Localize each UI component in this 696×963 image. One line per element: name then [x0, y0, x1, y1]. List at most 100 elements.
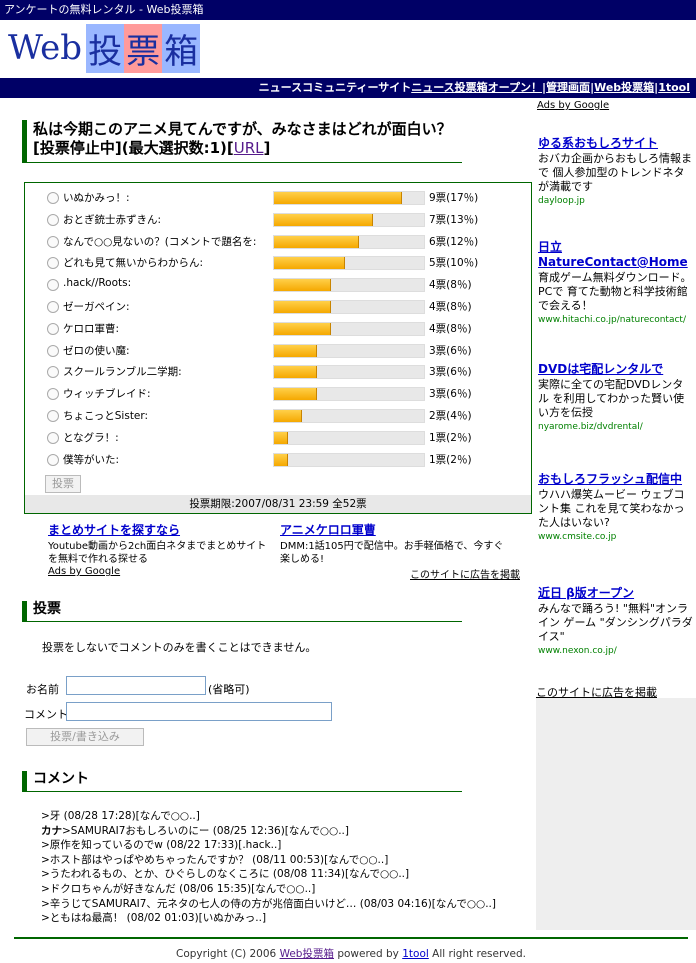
name-input[interactable]	[66, 676, 206, 695]
comment-section-heading: コメント	[22, 771, 462, 792]
nav-admin-link[interactable]: 管理画面	[546, 81, 590, 94]
footer-web-link[interactable]: Web投票箱	[280, 948, 334, 960]
vote-bar	[273, 365, 425, 380]
poll-option-row: なんで○○見ないの？(コメントで題名を: 6票(12％)	[25, 231, 531, 253]
option-count: 1票(2％)	[429, 431, 472, 444]
sidebar-ads-by-google[interactable]: Ads by Google	[537, 100, 609, 111]
option-radio[interactable]	[47, 279, 59, 292]
comment-text: >ともはね最高！ (08/02 01:03)[いぬかみっ..]	[41, 912, 267, 925]
ad-title-link[interactable]: まとめサイトを探すなら	[48, 521, 273, 538]
advertise-here-link[interactable]: このサイトに広告を掲載	[410, 566, 520, 581]
poll-option-row: どれも見て無いからわからん: 5票(10％)	[25, 252, 531, 274]
option-radio[interactable]	[47, 235, 59, 248]
option-label: スクールランブル二学期:	[63, 366, 182, 379]
vote-bar-fill	[274, 366, 317, 379]
comment-author: カナ	[41, 824, 62, 837]
footer-prefix: Copyright (C) 2006	[176, 948, 280, 960]
footer-1tool-link[interactable]: 1tool	[402, 948, 429, 960]
vote-bar-fill	[274, 300, 331, 313]
sidebar-ad-title[interactable]: DVDは宅配レンタルで	[538, 362, 693, 377]
logo-web-text: Web	[8, 28, 83, 68]
poll-option-row: ケロロ軍曹: 4票(8％)	[25, 318, 531, 340]
option-radio[interactable]	[47, 322, 59, 335]
vote-bar	[273, 212, 425, 227]
option-count: 9票(17％)	[429, 192, 479, 204]
sidebar-ad: DVDは宅配レンタルで 実際に全ての宅配DVDレンタル を利用してわかった賢い使い…	[538, 362, 693, 432]
comment-text: >ドクロちゃんが好きなんだ (08/06 15:35)[なんで○○..]	[41, 882, 316, 895]
vote-bar-fill	[274, 344, 317, 357]
poll-box: いぬかみっ！: 9票(17％) おとぎ銃士赤ずきん: 7票(13％) なんで○○見ないの…	[24, 182, 532, 514]
option-label: 僕等がいた:	[63, 453, 120, 466]
option-radio[interactable]	[47, 409, 59, 422]
sidebar-ad-title[interactable]: 日立 NatureContact@Home	[538, 240, 693, 270]
ad-block: まとめサイトを探すなら Youtube動画から2ch面白ネタまでまとめサイトを無…	[48, 521, 273, 566]
option-radio[interactable]	[47, 366, 59, 379]
vote-bar	[273, 408, 425, 423]
vote-bar-fill	[274, 257, 345, 270]
ads-by-google-link[interactable]: Ads by Google	[48, 566, 120, 577]
option-label: ウィッチブレイド:	[63, 388, 151, 401]
option-radio[interactable]	[47, 213, 59, 226]
vote-bar	[273, 321, 425, 336]
nav-web-link[interactable]: Web投票箱	[594, 81, 654, 94]
vote-bar	[273, 452, 425, 467]
comment-item: >原作を知っているのでw (08/22 17:33)[.hack..]	[41, 838, 531, 853]
nav-news-link[interactable]: ニュース投票箱オープン！	[411, 81, 542, 94]
sidebar-ad-title[interactable]: おもしろフラッシュ配信中	[538, 472, 693, 487]
option-label: となグラ！:	[63, 431, 119, 444]
option-radio[interactable]	[47, 431, 59, 444]
option-count: 4票(8％)	[429, 322, 472, 335]
option-radio[interactable]	[47, 192, 59, 204]
option-count: 5票(10％)	[429, 257, 479, 270]
comment-item: >ホスト部はやっぱやめちゃったんですか？ (08/11 00:53)[なんで○○…	[41, 853, 531, 868]
top-nav: ニュースコミュニティーサイトニュース投票箱オープン！|管理画面|Web投票箱|1…	[0, 78, 696, 98]
site-title: アンケートの無料レンタル - Web投票箱	[4, 3, 204, 16]
sidebar-ad-url[interactable]: www.nexon.co.jp/	[538, 646, 693, 656]
comment-list: >牙 (08/28 17:28)[なんで○○..] カナ>SAMURAI7おもしろ…	[41, 809, 531, 926]
vote-bar-fill	[274, 192, 402, 204]
option-radio[interactable]	[47, 344, 59, 357]
comment-text: >原作を知っているのでw (08/22 17:33)[.hack..]	[41, 839, 282, 852]
main-content: 私は今期このアニメ見てんですが、みなさまはどれが面白い？ [投票停止中](最大選…	[0, 98, 536, 930]
ad-title-link[interactable]: アニメケロロ軍曹	[280, 521, 505, 538]
comment-input[interactable]	[66, 702, 332, 721]
option-count: 3票(6％)	[429, 344, 472, 357]
option-count: 4票(8％)	[429, 300, 472, 313]
sidebar-ad-text: おバカ企画からおもしろ情報まで 個人参加型のトレンドネタが満載です	[538, 152, 692, 193]
vote-button[interactable]: 投票	[45, 475, 81, 493]
sidebar-ad-url[interactable]: nyarome.biz/dvdrental/	[538, 422, 693, 432]
comment-item: >辛うじてSAMURAI7、元ネタの七人の侍の方が兆倍面白いけど… (08/03…	[41, 897, 531, 912]
sidebar-ad-url[interactable]: www.cmsite.co.jp	[538, 532, 693, 542]
option-radio[interactable]	[47, 388, 59, 401]
site-logo[interactable]: Web 投票箱	[8, 23, 201, 73]
sidebar-ad-url[interactable]: dayloop.jp	[538, 196, 693, 206]
option-label: ケロロ軍曹:	[63, 322, 120, 335]
sidebar-ad-url[interactable]: www.hitachi.co.jp/naturecontact/	[538, 315, 693, 325]
poll-url-link[interactable]: URL	[234, 139, 264, 157]
vote-bar	[273, 234, 425, 249]
nav-1tool-link[interactable]: 1tool	[658, 81, 690, 94]
submit-button[interactable]: 投票/書き込み	[26, 728, 144, 746]
sidebar-ad: おもしろフラッシュ配信中 ウハハ爆笑ムービー ウェブコント集 これを見て笑わなかっ…	[538, 472, 693, 542]
sidebar-ad-title[interactable]: 近日 β版オープン	[538, 586, 693, 601]
sidebar-ad: 近日 β版オープン みんなで踊ろう! "無料"オンライン ゲーム "ダンシングパラ…	[538, 586, 693, 656]
poll-option-row: ちょこっとSister: 2票(4％)	[25, 405, 531, 427]
logo-kanji-3: 箱	[162, 23, 201, 73]
option-label: どれも見て無いからわからん:	[63, 257, 204, 270]
option-radio[interactable]	[47, 453, 59, 466]
option-label: なんで○○見ないの？(コメントで題名を:	[63, 235, 257, 248]
vote-section-heading: 投票	[22, 601, 462, 622]
sidebar-ad: ゆる系おもしろサイト おバカ企画からおもしろ情報まで 個人参加型のトレンドネタが満…	[538, 136, 693, 206]
option-label: ゼロの使い魔:	[63, 344, 130, 357]
name-label: お名前	[26, 683, 59, 696]
poll-option-row: ゼーガペイン: 4票(8％)	[25, 296, 531, 318]
footer-middle: powered by	[333, 948, 403, 960]
poll-option-row: いぬかみっ！: 9票(17％)	[25, 187, 531, 209]
option-radio[interactable]	[47, 300, 59, 313]
vote-bar	[273, 299, 425, 314]
sidebar-ad-title[interactable]: ゆる系おもしろサイト	[538, 136, 693, 151]
option-radio[interactable]	[47, 257, 59, 270]
logo-kanji-2: 票	[124, 23, 163, 73]
comment-item: カナ>SAMURAI7おもしろいのにー (08/25 12:36)[なんで○○.…	[41, 824, 531, 839]
sidebar-ad-text: 育成ゲーム無料ダウンロード。PCで 育てた動物と科学技術館で会える！	[538, 271, 692, 312]
